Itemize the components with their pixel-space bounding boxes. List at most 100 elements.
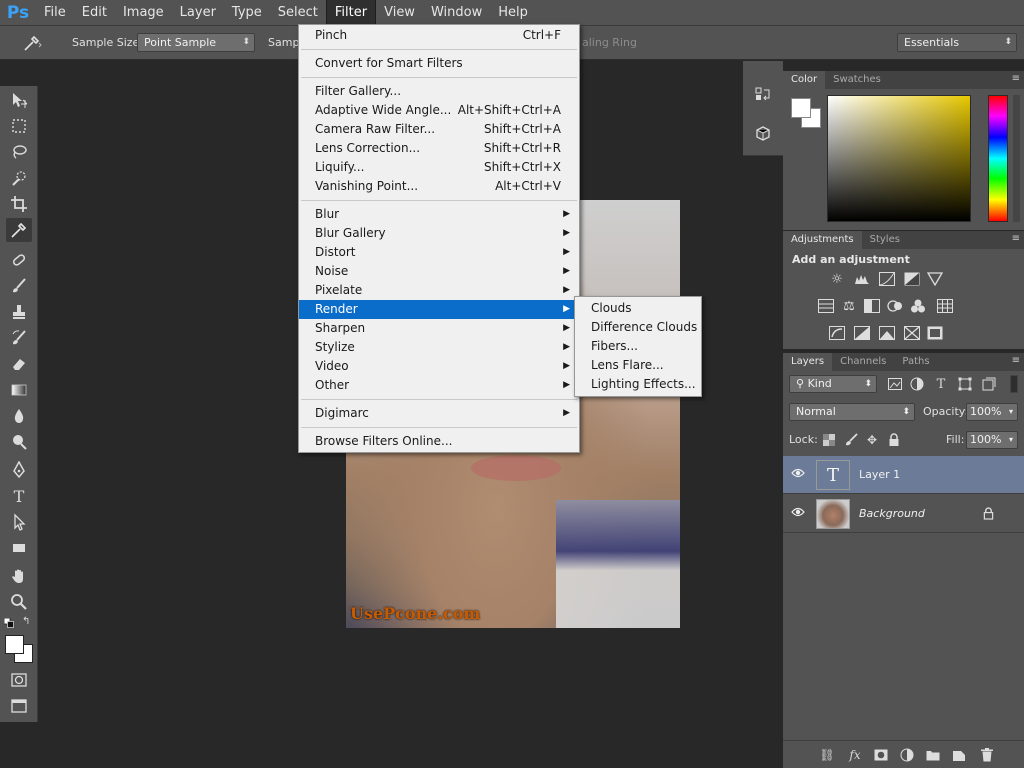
filter-type-layers-icon[interactable]: T [933, 376, 949, 392]
new-group-folder-icon[interactable] [925, 747, 941, 763]
properties-panel-icon[interactable] [751, 123, 775, 145]
exposure-icon[interactable] [903, 271, 921, 287]
filter-item-noise[interactable]: Noise ▶ [299, 262, 579, 281]
quick-mask-icon[interactable] [6, 668, 32, 692]
default-colors-icon[interactable] [3, 617, 14, 628]
tab-layers[interactable]: Layers [783, 353, 833, 371]
panel-menu-icon[interactable]: ≡ [1012, 233, 1020, 244]
color-picker-field[interactable] [827, 95, 971, 222]
filter-item-stylize[interactable]: Stylize ▶ [299, 338, 579, 357]
filter-item-convert-smart-filters[interactable]: Convert for Smart Filters [299, 54, 579, 73]
filter-item-sharpen[interactable]: Sharpen ▶ [299, 319, 579, 338]
rectangle-tool-icon[interactable] [6, 536, 32, 560]
filter-item-render[interactable]: Render ▶ [299, 300, 579, 319]
visibility-eye-icon[interactable] [791, 506, 807, 520]
marquee-tool-icon[interactable] [6, 114, 32, 138]
filter-item-blur[interactable]: Blur ▶ [299, 205, 579, 224]
delete-layer-trash-icon[interactable] [979, 747, 995, 763]
menu-type[interactable]: Type [224, 0, 270, 26]
lock-all-icon[interactable] [886, 432, 902, 448]
hue-spectrum-slider[interactable] [988, 95, 1008, 222]
filter-item-browse-online[interactable]: Browse Filters Online... [299, 432, 579, 451]
new-layer-icon[interactable] [951, 747, 967, 763]
color-panel-foreground-swatch[interactable] [791, 98, 811, 118]
filter-item-camera-raw[interactable]: Camera Raw Filter... Shift+Ctrl+A [299, 120, 579, 139]
filter-item-pixelate[interactable]: Pixelate ▶ [299, 281, 579, 300]
filter-item-distort[interactable]: Distort ▶ [299, 243, 579, 262]
menu-file[interactable]: File [36, 0, 74, 26]
dodge-tool-icon[interactable] [6, 430, 32, 454]
visibility-eye-icon[interactable] [791, 467, 807, 481]
layer-row-background[interactable]: Background [783, 495, 1024, 533]
menu-window[interactable]: Window [423, 0, 490, 26]
render-item-fibers[interactable]: Fibers... [575, 337, 701, 356]
clone-stamp-tool-icon[interactable] [6, 300, 32, 324]
menu-help[interactable]: Help [490, 0, 536, 26]
curves-icon[interactable] [878, 271, 896, 287]
filter-item-video[interactable]: Video ▶ [299, 357, 579, 376]
filter-item-other[interactable]: Other ▶ [299, 376, 579, 395]
levels-icon[interactable] [853, 271, 871, 287]
black-white-icon[interactable] [863, 298, 881, 314]
filter-item-blur-gallery[interactable]: Blur Gallery ▶ [299, 224, 579, 243]
filter-smart-objects-icon[interactable] [981, 376, 997, 392]
filter-item-vanishing-point[interactable]: Vanishing Point... Alt+Ctrl+V [299, 177, 579, 196]
gradient-map-icon[interactable] [903, 325, 921, 341]
render-item-lighting-effects[interactable]: Lighting Effects... [575, 375, 701, 394]
healing-brush-tool-icon[interactable] [6, 248, 32, 272]
hand-tool-icon[interactable] [6, 564, 32, 588]
foreground-color-swatch[interactable] [5, 635, 24, 654]
filter-item-pinch[interactable]: Pinch Ctrl+F [299, 26, 579, 45]
filter-item-lens-correction[interactable]: Lens Correction... Shift+Ctrl+R [299, 139, 579, 158]
filter-adjustment-layers-icon[interactable] [909, 376, 925, 392]
zoom-tool-icon[interactable] [6, 590, 32, 614]
filter-item-filter-gallery[interactable]: Filter Gallery... [299, 82, 579, 101]
tab-channels[interactable]: Channels [832, 353, 894, 371]
photo-filter-icon[interactable] [886, 298, 904, 314]
history-brush-tool-icon[interactable] [6, 326, 32, 350]
new-adjustment-layer-icon[interactable] [899, 747, 915, 763]
layer-filter-kind-select[interactable]: ⚲ Kind ⬍ [789, 375, 877, 393]
render-item-difference-clouds[interactable]: Difference Clouds [575, 318, 701, 337]
menu-filter[interactable]: Filter [325, 0, 377, 26]
panel-menu-icon[interactable]: ≡ [1012, 73, 1020, 84]
tab-adjustments[interactable]: Adjustments [783, 231, 862, 249]
eyedropper-tool-icon[interactable] [6, 218, 32, 242]
lock-transparent-pixels-icon[interactable] [821, 432, 837, 448]
add-layer-style-icon[interactable]: fx [847, 747, 863, 763]
lock-image-pixels-icon[interactable] [843, 432, 859, 448]
filter-item-adaptive-wide-angle[interactable]: Adaptive Wide Angle... Alt+Shift+Ctrl+A [299, 101, 579, 120]
history-panel-icon[interactable] [751, 83, 775, 105]
workspace-select[interactable]: Essentials ⬍ [897, 33, 1017, 52]
blur-tool-icon[interactable] [6, 404, 32, 428]
layer-row-layer-1[interactable]: T Layer 1 [783, 456, 1024, 494]
show-sampling-ring-partial[interactable]: aling Ring [582, 36, 637, 49]
selective-color-icon[interactable] [926, 325, 944, 341]
fill-input[interactable]: 100% ▾ [966, 431, 1018, 449]
brush-tool-icon[interactable] [6, 274, 32, 298]
render-item-lens-flare[interactable]: Lens Flare... [575, 356, 701, 375]
screen-mode-icon[interactable] [6, 694, 32, 718]
move-tool-icon[interactable] [6, 88, 32, 112]
pen-tool-icon[interactable] [6, 458, 32, 482]
swap-colors-icon[interactable]: ↰ [22, 616, 34, 628]
hue-saturation-icon[interactable] [817, 298, 835, 314]
type-tool-icon[interactable]: T [6, 484, 32, 508]
menu-select[interactable]: Select [270, 0, 326, 26]
filter-pixel-layers-icon[interactable] [887, 376, 903, 392]
layer-name[interactable]: Layer 1 [859, 468, 900, 481]
link-layers-icon[interactable]: ⛓ [819, 747, 835, 763]
menu-layer[interactable]: Layer [172, 0, 224, 26]
tab-paths[interactable]: Paths [894, 353, 937, 371]
blend-mode-select[interactable]: Normal ⬍ [789, 403, 915, 421]
color-balance-icon[interactable]: ⚖ [840, 298, 858, 314]
tab-color[interactable]: Color [783, 71, 826, 89]
channel-mixer-icon[interactable] [909, 298, 927, 314]
menu-image[interactable]: Image [115, 0, 172, 26]
color-lookup-icon[interactable] [936, 298, 954, 314]
opacity-input[interactable]: 100% ▾ [966, 403, 1018, 421]
brightness-contrast-icon[interactable]: ☼ [828, 271, 846, 287]
panel-menu-icon[interactable]: ≡ [1012, 355, 1020, 366]
menu-edit[interactable]: Edit [74, 0, 115, 26]
quick-selection-tool-icon[interactable] [6, 166, 32, 190]
